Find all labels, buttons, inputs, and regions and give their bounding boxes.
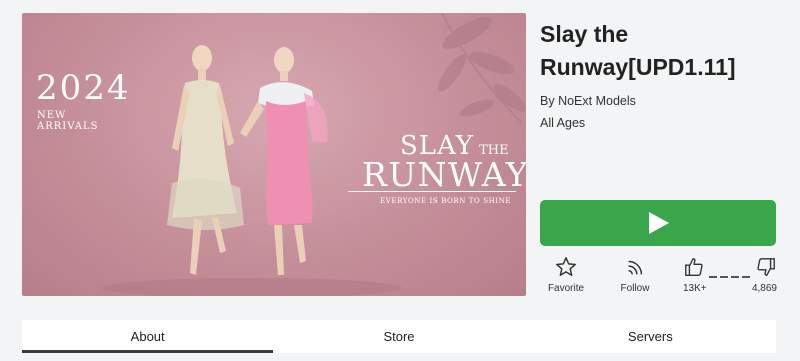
play-icon bbox=[649, 212, 669, 234]
play-button[interactable] bbox=[540, 200, 776, 246]
upvote-button[interactable]: 13K+ bbox=[683, 255, 713, 294]
creator-line: By NoExt Models bbox=[540, 94, 636, 108]
game-thumbnail[interactable]: 2024 NEW ARRIVALS SLAY THE RUNWAY EVERYO… bbox=[22, 13, 526, 296]
creator-prefix: By bbox=[540, 94, 559, 108]
follow-signal-icon bbox=[627, 259, 643, 275]
upvote-count: 13K+ bbox=[683, 283, 707, 294]
tab-about[interactable]: About bbox=[22, 320, 274, 353]
logo-runway: RUNWAY bbox=[362, 155, 526, 194]
age-rating: All Ages bbox=[540, 116, 586, 130]
favorite-button[interactable]: Favorite bbox=[546, 255, 586, 294]
game-tabs: About Store Servers bbox=[22, 320, 776, 353]
thumbs-down-icon bbox=[757, 258, 775, 276]
star-icon bbox=[556, 257, 576, 276]
follow-label: Follow bbox=[620, 283, 650, 294]
thumbnail-year: 2024 bbox=[36, 68, 131, 108]
favorite-label: Favorite bbox=[547, 283, 585, 294]
downvote-count: 4,869 bbox=[751, 283, 777, 294]
tab-servers[interactable]: Servers bbox=[525, 320, 776, 353]
thumbnail-tagline: EVERYONE IS BORN TO SHINE bbox=[380, 197, 512, 205]
mannequin-left bbox=[167, 45, 244, 275]
arrivals-line-1: NEW bbox=[37, 110, 67, 121]
tab-store[interactable]: Store bbox=[273, 320, 524, 353]
follow-button[interactable]: Follow bbox=[614, 255, 656, 294]
game-title: Slay the Runway[UPD1.11] bbox=[540, 21, 736, 80]
thumbnail-arrivals: NEW ARRIVALS bbox=[37, 110, 99, 132]
creator-link[interactable]: NoExt Models bbox=[558, 94, 636, 108]
downvote-button[interactable]: 4,869 bbox=[743, 255, 777, 294]
logo-divider bbox=[348, 191, 516, 192]
thumbs-up-icon bbox=[685, 258, 703, 276]
mannequin-right bbox=[240, 47, 328, 275]
arrivals-line-2: ARRIVALS bbox=[37, 121, 99, 132]
